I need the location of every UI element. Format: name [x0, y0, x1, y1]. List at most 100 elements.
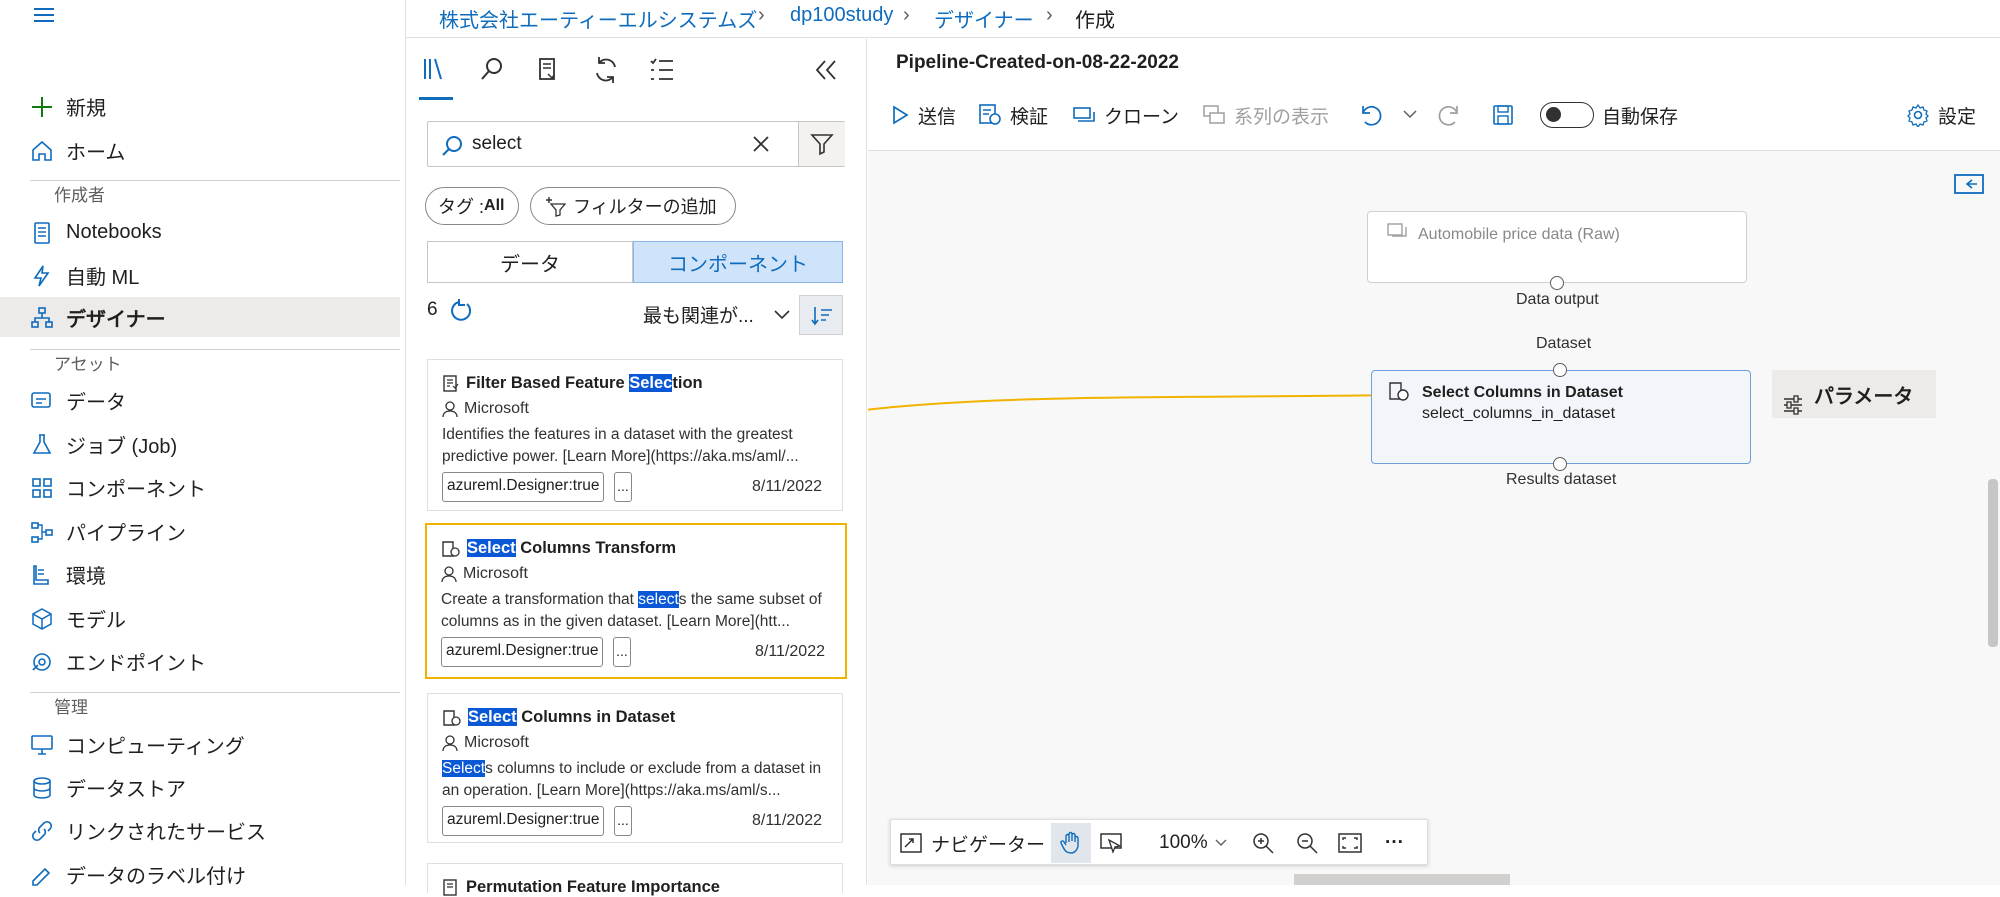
zoom-out-button[interactable] — [1295, 830, 1319, 856]
autosave-toggle[interactable]: 自動保存 — [1540, 96, 1678, 134]
refresh-icon[interactable] — [447, 298, 473, 324]
parameters-tab[interactable]: パラメータ — [1772, 370, 1936, 418]
nav-notebooks[interactable]: Notebooks — [0, 212, 400, 252]
save-button[interactable] — [1492, 96, 1514, 134]
output-port[interactable] — [1553, 457, 1567, 471]
component-card[interactable]: Permutation Feature Importance — [427, 863, 843, 896]
validate-icon — [978, 103, 1002, 127]
validate-label: 検証 — [1010, 106, 1049, 128]
result-count-value: 6 — [427, 299, 438, 320]
zoom-in-icon — [1251, 831, 1275, 855]
component-card-highlighted[interactable]: Select Columns Transform Microsoft Creat… — [425, 523, 847, 679]
input-port[interactable] — [1553, 363, 1567, 377]
add-filter-pill[interactable]: フィルターの追加 — [530, 187, 736, 225]
search-highlight: Select — [468, 708, 517, 726]
nav-designer[interactable]: デザイナー — [0, 297, 400, 337]
library-tab-icon[interactable] — [419, 53, 453, 87]
sort-dropdown[interactable]: 最も関連が... — [643, 301, 754, 328]
more-options-button[interactable]: ··· — [1385, 830, 1404, 856]
clear-search-icon[interactable] — [750, 133, 772, 155]
nav-automl[interactable]: 自動 ML — [0, 255, 400, 295]
view-lineage-button[interactable]: 系列の表示 — [1202, 96, 1329, 134]
filter-button[interactable] — [798, 122, 845, 166]
zoom-in-button[interactable] — [1251, 830, 1275, 856]
clone-icon — [1072, 104, 1096, 126]
nav-datastores[interactable]: データストア — [0, 767, 400, 807]
settings-button[interactable]: 設定 — [1906, 96, 1976, 134]
component-author-name: Microsoft — [464, 734, 529, 751]
refresh-tab-icon[interactable] — [589, 53, 623, 87]
select-tool-button[interactable] — [1099, 830, 1123, 856]
chevron-down-icon — [1214, 838, 1228, 848]
pipeline-canvas[interactable]: Automobile price data (Raw) Data output … — [868, 150, 2000, 885]
component-card[interactable]: Filter Based Feature Selection Microsoft… — [427, 359, 843, 511]
hamburger-menu-icon[interactable] — [30, 4, 58, 26]
chevron-down-icon[interactable] — [773, 309, 791, 321]
nav-components[interactable]: コンポーネント — [0, 467, 400, 507]
pan-tool-button[interactable] — [1051, 823, 1091, 863]
dataset-icon — [1386, 222, 1408, 242]
output-port[interactable] — [1550, 276, 1564, 290]
breadcrumb-workspace[interactable]: dp100study — [790, 4, 893, 27]
breadcrumb-org[interactable]: 株式会社エーティーエルシステムズ — [439, 4, 757, 33]
nav-new-label: 新規 — [66, 97, 106, 120]
tag-filter-pill[interactable]: タグ : All — [425, 187, 519, 225]
validate-button[interactable]: 検証 — [978, 96, 1048, 134]
node-subtitle: select_columns_in_dataset — [1422, 405, 1616, 422]
view-lineage-label: 系列の表示 — [1234, 106, 1330, 128]
vertical-scrollbar[interactable] — [1988, 479, 1998, 647]
more-tags-button[interactable]: ... — [614, 806, 632, 836]
pipeline-title[interactable]: Pipeline-Created-on-08-22-2022 — [896, 52, 1179, 74]
nav-data[interactable]: データ — [0, 380, 400, 420]
nav-models[interactable]: モデル — [0, 598, 400, 638]
nav-components-label: コンポーネント — [66, 478, 206, 501]
nav-environments[interactable]: 環境 — [0, 554, 400, 594]
undo-button[interactable] — [1358, 96, 1382, 134]
pipeline-node-select-columns[interactable]: Select Columns in Dataset select_columns… — [1371, 370, 1751, 464]
result-count: 6 — [427, 299, 438, 321]
nav-compute[interactable]: コンピューティング — [0, 724, 400, 764]
component-icon — [442, 374, 460, 393]
fit-to-screen-button[interactable] — [1337, 830, 1363, 856]
component-tag[interactable]: azureml.Designer:true — [442, 806, 605, 836]
nav-data-labeling-label: データのラベル付け — [66, 865, 246, 888]
nav-jobs[interactable]: ジョブ (Job) — [0, 424, 400, 464]
search-tab-icon[interactable] — [475, 53, 509, 87]
nav-new[interactable]: 新規 — [0, 86, 400, 126]
lineage-icon — [1202, 104, 1226, 126]
component-author-name: Microsoft — [464, 400, 529, 417]
cube-icon — [30, 607, 54, 631]
zoom-level-dropdown[interactable]: 100% — [1159, 830, 1228, 856]
nav-endpoints[interactable]: エンドポイント — [0, 641, 400, 681]
more-tags-button[interactable]: ... — [613, 637, 631, 667]
component-tag[interactable]: azureml.Designer:true — [442, 472, 605, 502]
sort-order-button[interactable] — [799, 295, 843, 335]
nav-home[interactable]: ホーム — [0, 130, 400, 170]
pipeline-node-automobile-data[interactable]: Automobile price data (Raw) — [1367, 211, 1747, 283]
redo-button[interactable] — [1438, 96, 1462, 134]
zoom-level-value: 100% — [1159, 832, 1208, 853]
search-input[interactable] — [472, 131, 752, 157]
clone-button[interactable]: クローン — [1072, 96, 1179, 134]
report-tab-icon[interactable] — [531, 53, 565, 87]
designer-icon — [30, 306, 54, 330]
segment-data[interactable]: データ — [427, 241, 633, 283]
nav-models-label: モデル — [66, 609, 126, 632]
more-tags-button[interactable]: ... — [614, 472, 632, 502]
nav-pipelines[interactable]: パイプライン — [0, 511, 400, 551]
nav-section-manage: 管理 — [54, 698, 88, 717]
breadcrumb: 株式会社エーティーエルシステムズ › dp100study › デザイナー › … — [406, 0, 2000, 38]
checklist-tab-icon[interactable] — [645, 53, 679, 87]
navigator-button[interactable]: ナビゲーター — [899, 830, 1045, 856]
component-card[interactable]: Select Columns in Dataset Microsoft Sele… — [427, 693, 843, 843]
link-icon — [30, 819, 54, 843]
breadcrumb-designer[interactable]: デザイナー — [934, 4, 1034, 33]
horizontal-scrollbar[interactable] — [1294, 874, 1510, 885]
collapse-panel-icon[interactable] — [809, 53, 843, 87]
component-tag[interactable]: azureml.Designer:true — [441, 637, 604, 667]
segment-components[interactable]: コンポーネント — [633, 241, 843, 283]
nav-linked-services[interactable]: リンクされたサービス — [0, 810, 400, 850]
submit-button[interactable]: 送信 — [890, 96, 956, 134]
nav-data-labeling[interactable]: データのラベル付け — [0, 854, 400, 894]
undo-history-dropdown[interactable] — [1402, 96, 1418, 134]
